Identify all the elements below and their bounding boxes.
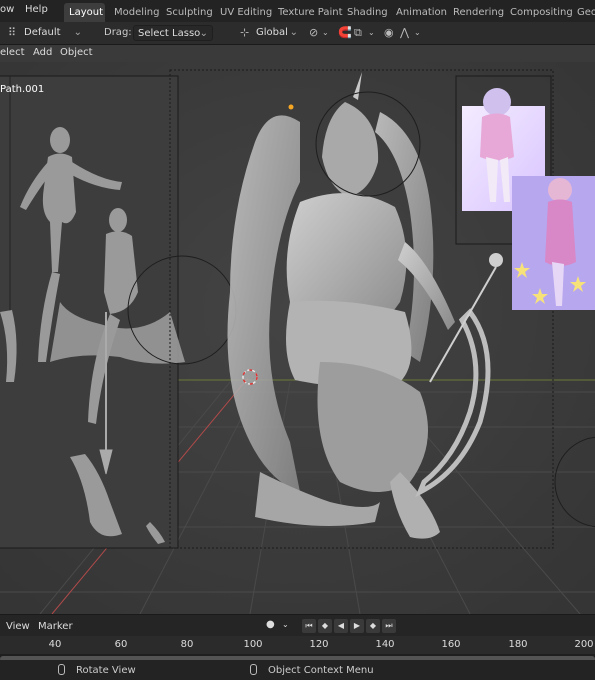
- transform-orientation-icon: ⊹: [240, 26, 250, 39]
- viewport-scene: [0, 62, 595, 614]
- timeline-menu-view[interactable]: View: [6, 621, 30, 632]
- chevron-down-icon[interactable]: ⌄: [414, 25, 421, 41]
- pivot-point-icon[interactable]: ⊘: [309, 25, 318, 41]
- object-name-label: Path.001: [0, 84, 45, 95]
- transform-orientation-value: Global: [256, 27, 288, 38]
- viewport-header: elect Add Object: [0, 44, 595, 62]
- tab-texture-paint[interactable]: Texture Paint: [273, 3, 348, 22]
- timeline-header: View Marker ● ⌄ ⏮ ◆ ◀ ▶ ◆ ⏭: [0, 614, 595, 637]
- tick-label: 200: [574, 639, 594, 650]
- chevron-down-icon[interactable]: ⌄: [368, 25, 375, 41]
- mouse-right-icon: [250, 664, 257, 675]
- tick-label: 180: [508, 639, 528, 650]
- chevron-down-icon: ⌄: [73, 27, 82, 38]
- falloff-icon[interactable]: ⋀: [400, 25, 409, 41]
- top-menubar: ow Help Layout Modeling Sculpting UV Edi…: [0, 0, 595, 22]
- tick-label: 160: [441, 639, 461, 650]
- drag-value: Select Lasso: [138, 28, 201, 39]
- tab-sculpting[interactable]: Sculpting: [161, 3, 218, 22]
- jump-keyframe-back-icon[interactable]: ◆: [318, 619, 332, 633]
- status-context-menu: Object Context Menu: [268, 665, 374, 676]
- tick-label: 140: [375, 639, 395, 650]
- orientation-dropdown[interactable]: Default ⌄: [20, 25, 86, 41]
- record-icon[interactable]: ●: [266, 619, 275, 630]
- timeline-ruler[interactable]: 40 60 80 100 120 140 160 180 200: [0, 636, 595, 654]
- status-bar: Rotate View Object Context Menu: [0, 660, 595, 680]
- chevron-down-icon: ⌄: [199, 28, 208, 39]
- jump-end-icon[interactable]: ⏭: [382, 619, 396, 633]
- orientation-gizmo-icon: ⠿: [8, 26, 17, 39]
- play-reverse-icon[interactable]: ◀: [334, 619, 348, 633]
- snap-target-icon[interactable]: ⧉: [354, 25, 362, 41]
- mouse-middle-icon: [58, 664, 65, 675]
- tool-settings-bar: ⠿ Default ⌄ Drag: Select Lasso ⌄ ⊹ Globa…: [0, 22, 595, 45]
- menu-add[interactable]: Add: [33, 47, 52, 58]
- tab-shading[interactable]: Shading: [342, 3, 393, 22]
- drag-dropdown[interactable]: Select Lasso ⌄: [133, 25, 213, 41]
- orientation-value: Default: [24, 27, 61, 38]
- drag-label: Drag:: [104, 27, 132, 38]
- play-icon[interactable]: ▶: [350, 619, 364, 633]
- menu-select[interactable]: elect: [0, 47, 25, 58]
- tab-layout[interactable]: Layout: [64, 3, 105, 22]
- tab-geometry-nodes[interactable]: Geo: [572, 3, 595, 22]
- proportional-edit-icon[interactable]: ◉: [384, 25, 394, 41]
- snap-icon[interactable]: 🧲: [338, 25, 352, 41]
- status-rotate-view: Rotate View: [76, 665, 136, 676]
- tick-label: 60: [114, 639, 128, 650]
- tab-compositing[interactable]: Compositing: [505, 3, 578, 22]
- tick-label: 120: [309, 639, 329, 650]
- origin-dot: [288, 104, 294, 110]
- menu-help[interactable]: Help: [25, 4, 48, 15]
- jump-keyframe-forward-icon[interactable]: ◆: [366, 619, 380, 633]
- menu-window[interactable]: ow: [0, 4, 14, 15]
- chevron-down-icon[interactable]: ⌄: [322, 25, 329, 41]
- tab-uv-editing[interactable]: UV Editing: [215, 3, 277, 22]
- 3d-viewport[interactable]: Path.001: [0, 62, 595, 614]
- tab-animation[interactable]: Animation: [391, 3, 452, 22]
- transform-orientation-dropdown[interactable]: Global ⌄: [252, 25, 302, 41]
- menu-object[interactable]: Object: [60, 47, 93, 58]
- tick-label: 40: [48, 639, 62, 650]
- tab-modeling[interactable]: Modeling: [109, 3, 165, 22]
- chevron-down-icon: ⌄: [289, 27, 298, 38]
- timeline-menu-marker[interactable]: Marker: [38, 621, 73, 632]
- chevron-down-icon[interactable]: ⌄: [282, 620, 289, 629]
- jump-start-icon[interactable]: ⏮: [302, 619, 316, 633]
- tick-label: 80: [180, 639, 194, 650]
- tab-rendering[interactable]: Rendering: [448, 3, 509, 22]
- tick-label: 100: [243, 639, 263, 650]
